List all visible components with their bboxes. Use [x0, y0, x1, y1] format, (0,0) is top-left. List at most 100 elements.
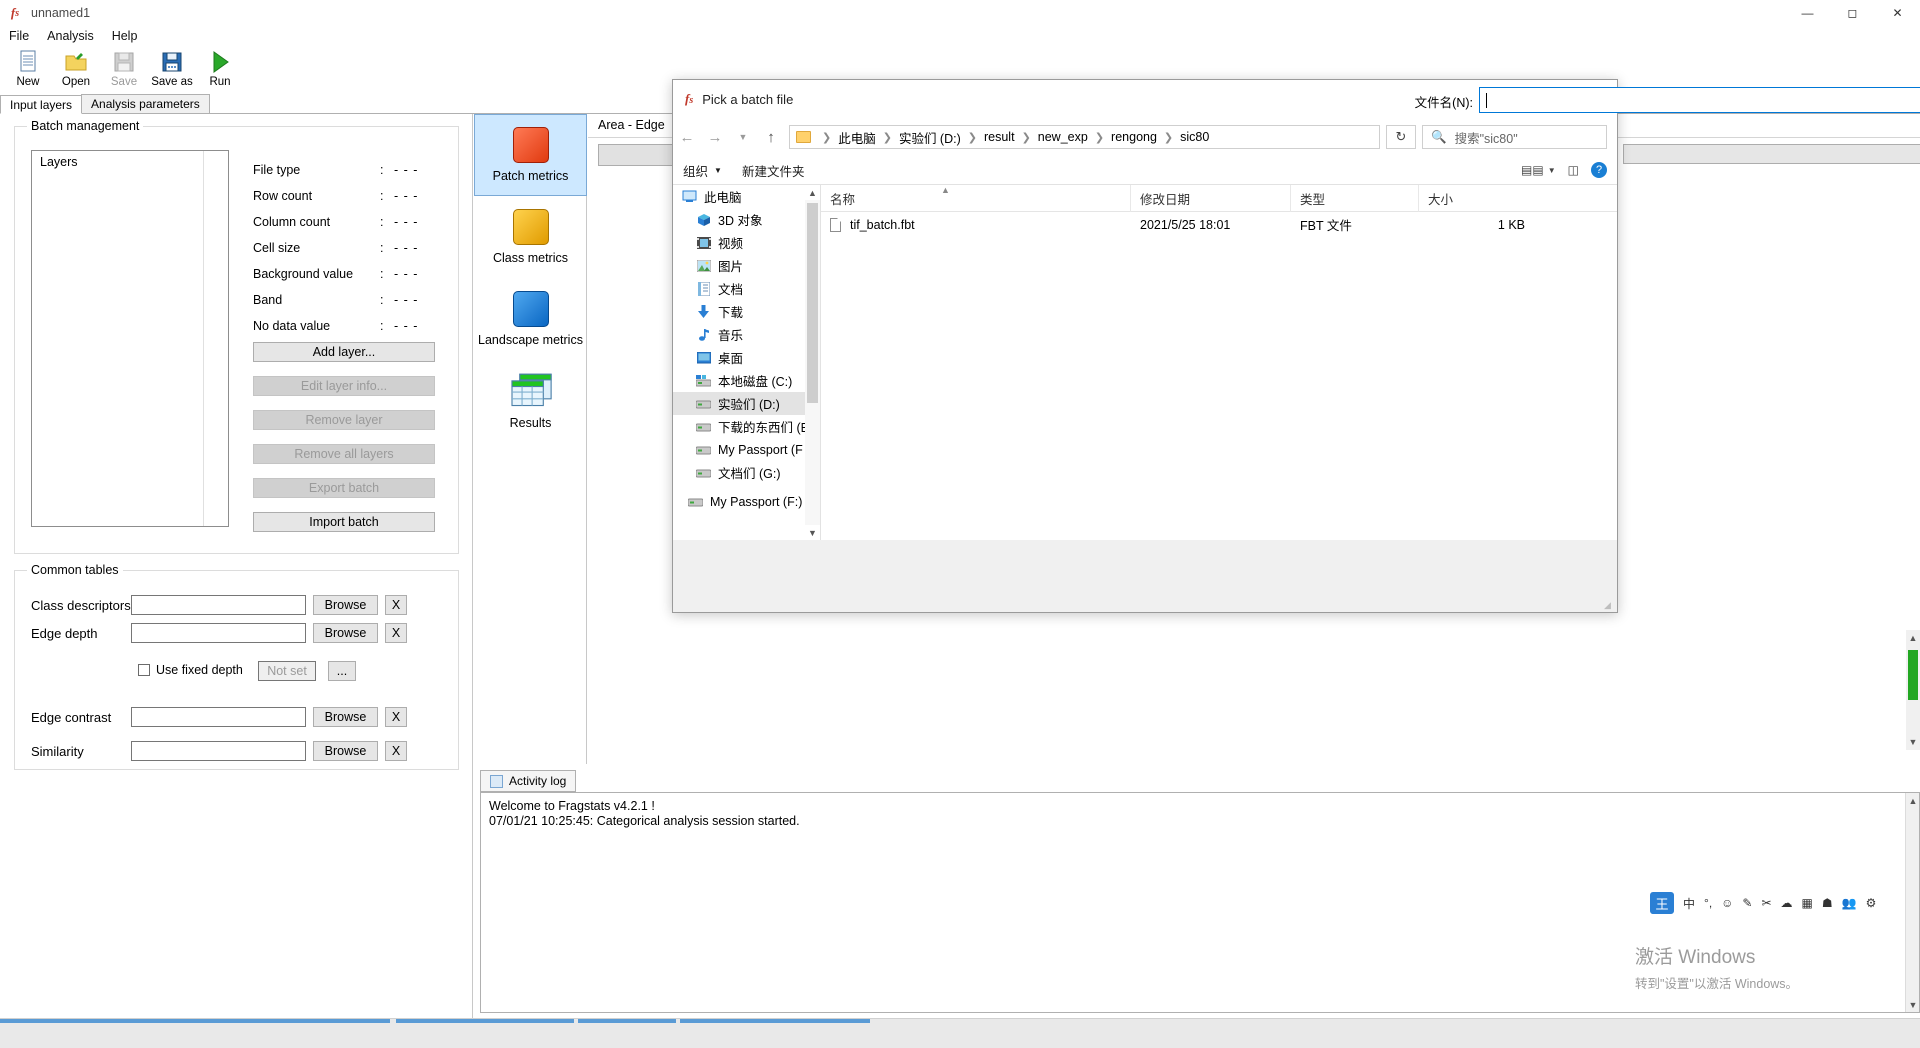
breadcrumb-item-2[interactable]: result	[984, 130, 1015, 144]
organize-button[interactable]: 组织 ▼	[673, 161, 732, 180]
scroll-up-icon[interactable]: ▲	[805, 185, 820, 200]
ime-handwriting-icon[interactable]: ✎	[1742, 896, 1752, 910]
sidebar-item-3d-objects[interactable]: 3D 对象	[673, 208, 820, 231]
ime-mode-icon[interactable]: 中	[1683, 895, 1695, 912]
edge-contrast-input[interactable]	[131, 707, 306, 727]
column-header-type[interactable]: 类型	[1291, 184, 1419, 212]
add-layer-button[interactable]: Add layer...	[253, 342, 435, 362]
sidebar-item-downloads[interactable]: 下载	[673, 300, 820, 323]
scroll-up-icon[interactable]: ▲	[1906, 630, 1920, 646]
ime-skin-icon[interactable]: ☗	[1822, 896, 1833, 910]
breadcrumb-item-3[interactable]: new_exp	[1038, 130, 1088, 144]
ime-user-icon[interactable]: 👥	[1842, 896, 1857, 910]
metric-item-results[interactable]: Results	[474, 360, 587, 442]
resize-grip-icon[interactable]: ◢	[1604, 600, 1614, 610]
arrow-right-icon[interactable]: →	[701, 123, 729, 151]
filename-input[interactable]: ▼	[1479, 87, 1920, 113]
scroll-down-icon[interactable]: ▼	[805, 525, 820, 540]
fixed-depth-ellipsis-button[interactable]: ...	[328, 661, 356, 681]
breadcrumb-item-4[interactable]: rengong	[1111, 130, 1157, 144]
ime-punctuation-icon[interactable]: °,	[1704, 896, 1712, 910]
activity-log-scrollbar[interactable]: ▲ ▼	[1905, 793, 1919, 1012]
sidebar-item-music[interactable]: 音乐	[673, 323, 820, 346]
metric-item-landscape-metrics[interactable]: Landscape metrics	[474, 278, 587, 360]
search-input[interactable]: 🔍 搜索"sic80"	[1422, 125, 1607, 149]
edge-depth-clear-button[interactable]: X	[385, 623, 407, 643]
similarity-clear-button[interactable]: X	[385, 741, 407, 761]
sidebar-item-desktop[interactable]: 桌面	[673, 346, 820, 369]
toolbar-save-as-button[interactable]: Save as	[148, 46, 196, 94]
menu-file[interactable]: File	[0, 27, 38, 45]
sidebar-item-d-drive[interactable]: 实验们 (D:)	[673, 392, 820, 415]
ime-scissors-icon[interactable]: ✂	[1761, 896, 1771, 910]
file-row[interactable]: tif_batch.fbt 2021/5/25 18:01 FBT 文件 1 K…	[821, 212, 1617, 237]
sidebar-item-my-passport-f1[interactable]: My Passport (F	[673, 438, 820, 461]
column-header-size[interactable]: 大小	[1419, 185, 1539, 212]
toolbar-run-button[interactable]: Run	[196, 46, 244, 94]
sidebar-item-documents[interactable]: 文档	[673, 277, 820, 300]
edge-depth-input[interactable]	[131, 623, 306, 643]
toolbar-open-button[interactable]: Open	[52, 46, 100, 94]
invert-selection-button[interactable]: Invert selection	[1623, 144, 1920, 164]
sidebar-item-local-disk-c[interactable]: 本地磁盘 (C:)	[673, 369, 820, 392]
minimize-button[interactable]: —	[1785, 0, 1830, 26]
similarity-browse-button[interactable]: Browse	[313, 741, 378, 761]
ime-cloud-icon[interactable]: ☁	[1781, 896, 1793, 910]
scroll-down-icon[interactable]: ▼	[1906, 734, 1920, 750]
use-fixed-depth-checkbox[interactable]: Use fixed depth	[138, 663, 243, 677]
breadcrumb-item-0[interactable]: 此电脑	[838, 128, 876, 147]
menu-help[interactable]: Help	[103, 27, 147, 45]
scroll-down-icon[interactable]: ▼	[1906, 997, 1920, 1012]
sidebar-item-videos[interactable]: 视频	[673, 231, 820, 254]
edit-layer-info-button[interactable]: Edit layer info...	[253, 376, 435, 396]
edge-depth-browse-button[interactable]: Browse	[313, 623, 378, 643]
scroll-up-icon[interactable]: ▲	[1906, 793, 1920, 808]
similarity-input[interactable]	[131, 741, 306, 761]
export-batch-button[interactable]: Export batch	[253, 478, 435, 498]
column-header-modified[interactable]: 修改日期	[1131, 184, 1291, 212]
column-header-name[interactable]: 名称	[821, 184, 1131, 212]
arrow-left-icon[interactable]: ←	[673, 123, 701, 151]
ime-emoji-icon[interactable]: ☺	[1721, 896, 1733, 910]
toolbar-save-button[interactable]: Save	[100, 46, 148, 94]
sidebar-item-g-drive[interactable]: 文档们 (G:)	[673, 461, 820, 484]
sidebar-item-e-drive[interactable]: 下载的东西们 (E	[673, 415, 820, 438]
file-dialog-sidebar[interactable]: 此电脑 3D 对象 视频 图片 文档 下载 音乐 桌面 本地磁盘 (C:) 实验…	[673, 185, 821, 540]
preview-pane-icon[interactable]: ◫	[1568, 163, 1579, 177]
class-descriptors-clear-button[interactable]: X	[385, 595, 407, 615]
breadcrumb-item-1[interactable]: 实验们 (D:)	[899, 128, 961, 147]
ime-logo-icon[interactable]: 王	[1650, 892, 1674, 914]
metric-item-patch-metrics[interactable]: Patch metrics	[474, 114, 587, 196]
close-button[interactable]: ✕	[1875, 0, 1920, 26]
sidebar-item-my-passport-f2[interactable]: My Passport (F:)	[673, 490, 820, 513]
ime-settings-icon[interactable]: ⚙	[1866, 896, 1877, 910]
scrollbar-thumb[interactable]	[1908, 650, 1918, 700]
toolbar-new-button[interactable]: New	[4, 46, 52, 94]
tab-analysis-parameters[interactable]: Analysis parameters	[81, 94, 210, 113]
help-icon[interactable]: ?	[1591, 162, 1607, 178]
remove-all-layers-button[interactable]: Remove all layers	[253, 444, 435, 464]
layers-list[interactable]: Layers	[31, 150, 229, 527]
sidebar-item-pictures[interactable]: 图片	[673, 254, 820, 277]
scrollbar-thumb[interactable]	[807, 203, 818, 403]
class-descriptors-browse-button[interactable]: Browse	[313, 595, 378, 615]
tab-input-layers[interactable]: Input layers	[0, 95, 83, 114]
ime-keyboard-icon[interactable]: ▦	[1802, 896, 1813, 910]
edge-contrast-clear-button[interactable]: X	[385, 707, 407, 727]
edge-contrast-browse-button[interactable]: Browse	[313, 707, 378, 727]
sidebar-scrollbar[interactable]: ▲ ▼	[805, 185, 820, 540]
metric-panel-scrollbar[interactable]: ▲ ▼	[1906, 630, 1920, 750]
sidebar-item-this-pc[interactable]: 此电脑	[673, 185, 820, 208]
remove-layer-button[interactable]: Remove layer	[253, 410, 435, 430]
view-layout-icon[interactable]: ▤▤ ▼	[1521, 163, 1556, 177]
menu-analysis[interactable]: Analysis	[38, 27, 103, 45]
maximize-button[interactable]: ◻	[1830, 0, 1875, 26]
activity-log-tab[interactable]: Activity log	[480, 770, 577, 792]
breadcrumb-item-5[interactable]: sic80	[1180, 130, 1209, 144]
refresh-icon[interactable]: ↻	[1386, 125, 1416, 149]
import-batch-button[interactable]: Import batch	[253, 512, 435, 532]
metric-item-class-metrics[interactable]: Class metrics	[474, 196, 587, 278]
class-descriptors-input[interactable]	[131, 595, 306, 615]
chevron-down-icon[interactable]: ▼	[729, 123, 757, 151]
breadcrumb[interactable]: ❯ 此电脑 ❯ 实验们 (D:) ❯ result ❯ new_exp ❯ re…	[789, 125, 1380, 149]
